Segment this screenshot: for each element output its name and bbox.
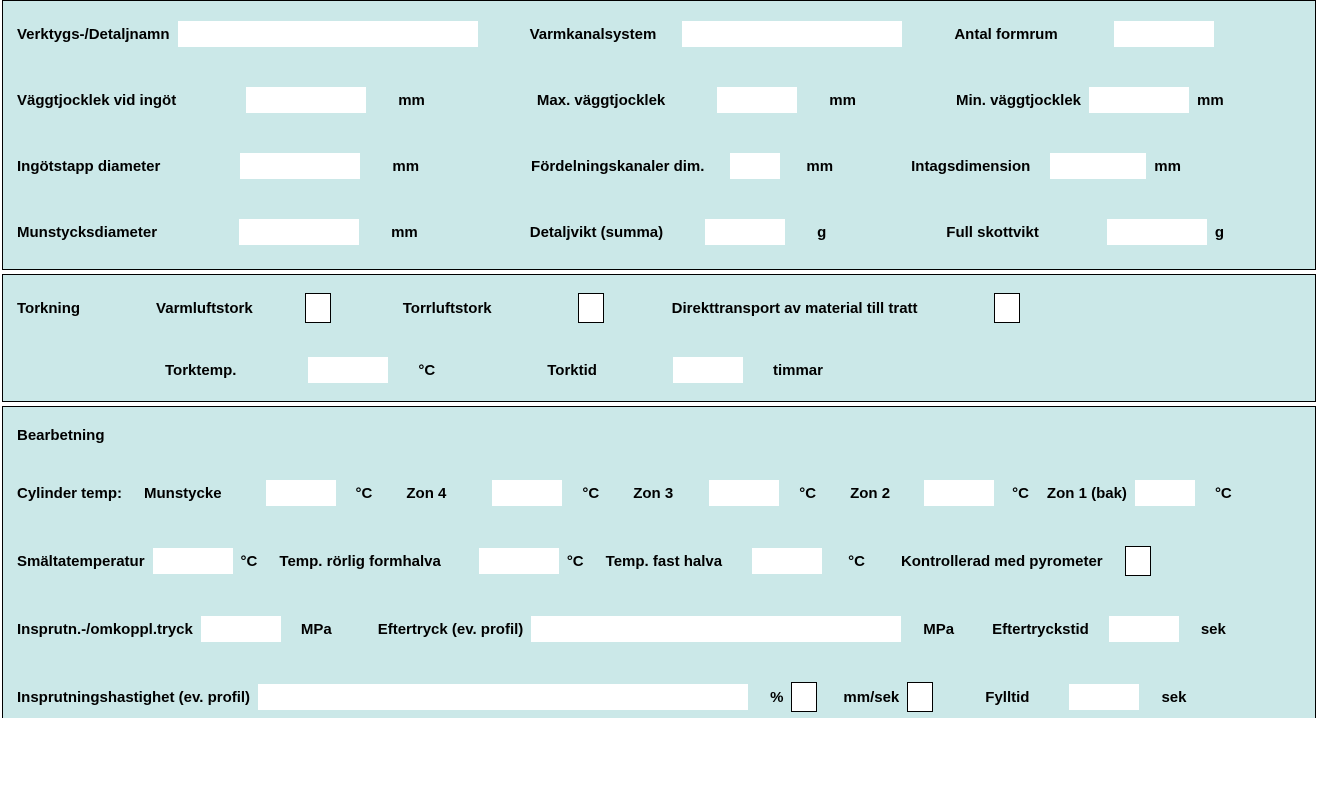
mmsek-check[interactable] bbox=[907, 682, 933, 712]
hold-press-label: Eftertryck (ev. profil) bbox=[378, 621, 524, 638]
dry-temp-input[interactable] bbox=[308, 357, 388, 383]
unit-c: °C bbox=[848, 553, 865, 570]
unit-c: °C bbox=[418, 362, 435, 379]
inj-speed-input[interactable] bbox=[258, 684, 748, 710]
nozzle-dia-input[interactable] bbox=[239, 219, 359, 245]
fixed-half-label: Temp. fast halva bbox=[606, 553, 722, 570]
fill-time-input[interactable] bbox=[1069, 684, 1139, 710]
zone4-input[interactable] bbox=[492, 480, 562, 506]
part-weight-label: Detaljvikt (summa) bbox=[530, 224, 663, 241]
drying-label: Torkning bbox=[17, 300, 80, 317]
inj-press-label: Insprutn.-/omkoppl.tryck bbox=[17, 621, 193, 638]
zone4-label: Zon 4 bbox=[406, 485, 446, 502]
processing-label: Bearbetning bbox=[17, 427, 105, 444]
cavities-label: Antal formrum bbox=[954, 26, 1057, 43]
drying-section: Torkning Varmluftstork Torrluftstork Dir… bbox=[2, 274, 1316, 402]
unit-mm: mm bbox=[391, 224, 418, 241]
direct-transport-label: Direkttransport av material till tratt bbox=[672, 300, 918, 317]
unit-mm: mm bbox=[806, 158, 833, 175]
fill-time-label: Fylltid bbox=[985, 689, 1029, 706]
melt-temp-label: Smältatemperatur bbox=[17, 553, 145, 570]
cyl-temp-label: Cylinder temp: bbox=[17, 485, 122, 502]
unit-mmsek: mm/sek bbox=[843, 689, 899, 706]
zone1-label: Zon 1 (bak) bbox=[1047, 485, 1127, 502]
shot-weight-label: Full skottvikt bbox=[946, 224, 1039, 241]
part-weight-input[interactable] bbox=[705, 219, 785, 245]
unit-c: °C bbox=[1012, 485, 1029, 502]
moving-half-label: Temp. rörlig formhalva bbox=[279, 553, 440, 570]
unit-mpa: MPa bbox=[923, 621, 954, 638]
unit-c: °C bbox=[582, 485, 599, 502]
zone3-label: Zon 3 bbox=[633, 485, 673, 502]
zone1-input[interactable] bbox=[1135, 480, 1195, 506]
nozzle-dia-label: Munstycksdiameter bbox=[17, 224, 157, 241]
unit-c: °C bbox=[799, 485, 816, 502]
unit-mm: mm bbox=[392, 158, 419, 175]
unit-c: °C bbox=[356, 485, 373, 502]
dry-time-label: Torktid bbox=[547, 362, 597, 379]
zone2-input[interactable] bbox=[924, 480, 994, 506]
shot-weight-input[interactable] bbox=[1107, 219, 1207, 245]
sprue-dia-input[interactable] bbox=[240, 153, 360, 179]
max-wall-input[interactable] bbox=[717, 87, 797, 113]
unit-mm: mm bbox=[1154, 158, 1181, 175]
moving-half-input[interactable] bbox=[479, 548, 559, 574]
tool-section: Verktygs-/Detaljnamn Varmkanalsystem Ant… bbox=[2, 0, 1316, 270]
processing-section: Bearbetning Cylinder temp: Munstycke °C … bbox=[2, 406, 1316, 718]
dry-air-label: Torrluftstork bbox=[403, 300, 492, 317]
dry-air-check[interactable] bbox=[578, 293, 604, 323]
max-wall-label: Max. väggtjocklek bbox=[537, 92, 665, 109]
gate-dim-input[interactable] bbox=[1050, 153, 1146, 179]
pyrometer-check[interactable] bbox=[1125, 546, 1151, 576]
hold-press-input[interactable] bbox=[531, 616, 901, 642]
runners-dim-label: Fördelningskanaler dim. bbox=[531, 158, 704, 175]
sprue-dia-label: Ingötstapp diameter bbox=[17, 158, 160, 175]
hold-time-input[interactable] bbox=[1109, 616, 1179, 642]
wall-at-gate-label: Väggtjocklek vid ingöt bbox=[17, 92, 176, 109]
unit-h: timmar bbox=[773, 362, 823, 379]
gate-dim-label: Intagsdimension bbox=[911, 158, 1030, 175]
cavities-input[interactable] bbox=[1114, 21, 1214, 47]
wall-at-gate-input[interactable] bbox=[246, 87, 366, 113]
min-wall-label: Min. väggtjocklek bbox=[956, 92, 1081, 109]
zone2-label: Zon 2 bbox=[850, 485, 890, 502]
nozzle-label: Munstycke bbox=[144, 485, 222, 502]
melt-temp-input[interactable] bbox=[153, 548, 233, 574]
unit-mm: mm bbox=[398, 92, 425, 109]
pyrometer-label: Kontrollerad med pyrometer bbox=[901, 553, 1103, 570]
unit-g: g bbox=[817, 224, 826, 241]
hot-air-check[interactable] bbox=[305, 293, 331, 323]
unit-percent: % bbox=[770, 689, 783, 706]
unit-c: °C bbox=[1215, 485, 1232, 502]
dry-time-input[interactable] bbox=[673, 357, 743, 383]
inj-press-input[interactable] bbox=[201, 616, 281, 642]
zone3-input[interactable] bbox=[709, 480, 779, 506]
hot-runner-label: Varmkanalsystem bbox=[530, 26, 657, 43]
direct-transport-check[interactable] bbox=[994, 293, 1020, 323]
tool-name-input[interactable] bbox=[178, 21, 478, 47]
hold-time-label: Eftertryckstid bbox=[992, 621, 1089, 638]
hot-runner-input[interactable] bbox=[682, 21, 902, 47]
fixed-half-input[interactable] bbox=[752, 548, 822, 574]
runners-dim-input[interactable] bbox=[730, 153, 780, 179]
percent-check[interactable] bbox=[791, 682, 817, 712]
unit-mm: mm bbox=[1197, 92, 1224, 109]
unit-sek: sek bbox=[1161, 689, 1186, 706]
unit-mpa: MPa bbox=[301, 621, 332, 638]
min-wall-input[interactable] bbox=[1089, 87, 1189, 113]
tool-name-label: Verktygs-/Detaljnamn bbox=[17, 26, 170, 43]
unit-sek: sek bbox=[1201, 621, 1226, 638]
unit-c: °C bbox=[241, 553, 258, 570]
nozzle-temp-input[interactable] bbox=[266, 480, 336, 506]
unit-c: °C bbox=[567, 553, 584, 570]
unit-g: g bbox=[1215, 224, 1224, 241]
dry-temp-label: Torktemp. bbox=[165, 362, 236, 379]
unit-mm: mm bbox=[829, 92, 856, 109]
hot-air-label: Varmluftstork bbox=[156, 300, 253, 317]
inj-speed-label: Insprutningshastighet (ev. profil) bbox=[17, 689, 250, 706]
